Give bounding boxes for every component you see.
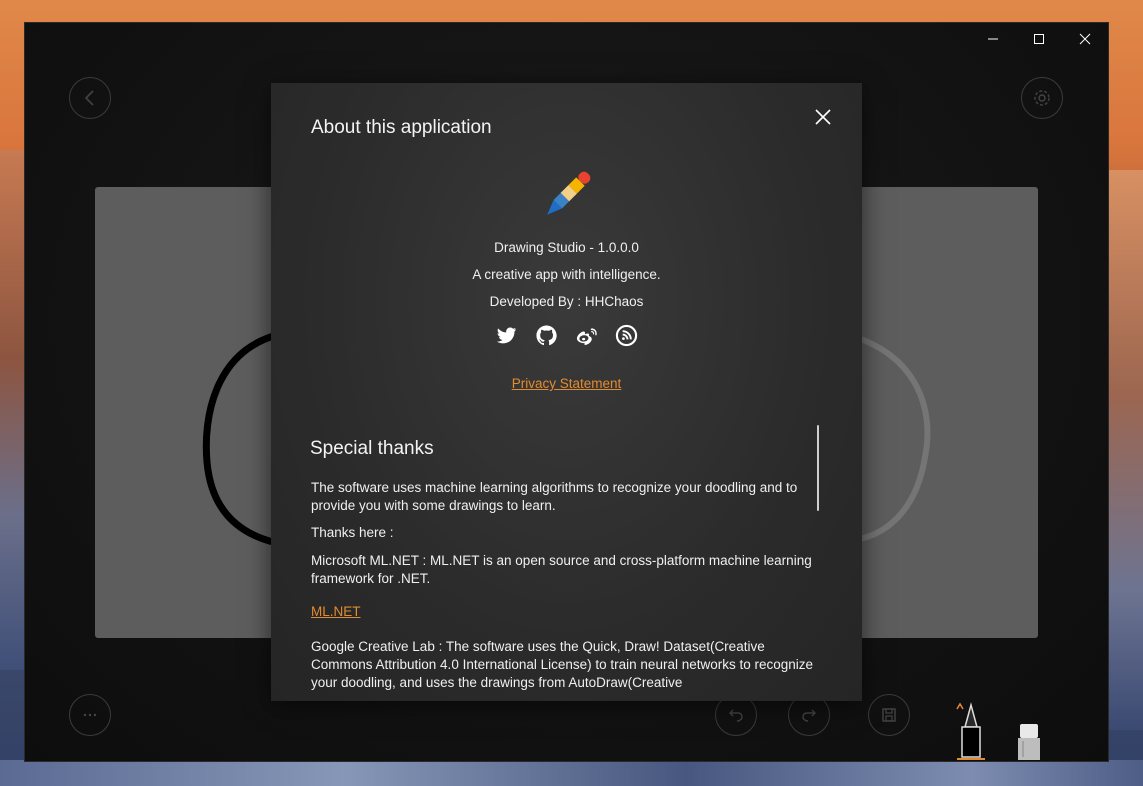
eraser-tool[interactable] [1016,723,1042,761]
pen-tool[interactable] [953,699,989,761]
app-name-version: Drawing Studio - 1.0.0.0 [494,240,639,255]
google-description: Google Creative Lab : The software uses … [311,639,814,690]
more-button[interactable] [69,694,111,736]
github-icon [536,324,557,345]
thanks-intro: The software uses machine learning algor… [311,480,798,513]
settings-button[interactable] [1021,77,1063,119]
back-button[interactable] [69,77,111,119]
more-icon [83,713,97,717]
twitter-icon [496,326,517,343]
weibo-icon [576,327,597,345]
app-tagline: A creative app with intelligence. [472,267,661,282]
mlnet-description: Microsoft ML.NET : ML.NET is an open sou… [311,553,812,586]
social-links [271,323,862,347]
eraser-icon [1018,724,1040,760]
app-logo-icon [547,171,591,215]
mlnet-link[interactable]: ML.NET [311,603,361,621]
dialog-title: About this application [311,117,492,138]
developer-label: Developed By : HHChaos [489,294,644,309]
blog-link[interactable] [615,323,639,347]
pen-icon [956,702,985,760]
wallpaper-bottom [0,760,1143,786]
weibo-link[interactable] [575,323,599,347]
thanks-here-label: Thanks here : [311,525,394,540]
title-bar-buttons [970,23,1108,55]
chevron-left-icon [84,90,94,106]
minimize-icon [988,38,998,40]
redo-icon [802,709,816,722]
wallpaper-right [1107,170,1143,730]
save-icon [882,708,896,722]
gear-icon [1034,90,1050,106]
maximize-icon [1034,34,1044,44]
about-dialog: About this application Drawing Studio - … [271,83,862,701]
close-icon [815,109,831,125]
undo-icon [729,709,743,722]
special-thanks-heading: Special thanks [310,438,434,459]
github-link[interactable] [535,323,559,347]
minimize-button[interactable] [970,23,1016,55]
app-window: About this application Drawing Studio - … [25,23,1108,761]
twitter-link[interactable] [495,323,519,347]
dialog-close-button[interactable] [811,105,835,129]
privacy-statement-link[interactable]: Privacy Statement [271,376,862,391]
maximize-button[interactable] [1016,23,1062,55]
close-window-button[interactable] [1062,23,1108,55]
close-icon [1079,33,1091,45]
blog-icon [615,324,638,346]
save-button[interactable] [868,694,910,736]
